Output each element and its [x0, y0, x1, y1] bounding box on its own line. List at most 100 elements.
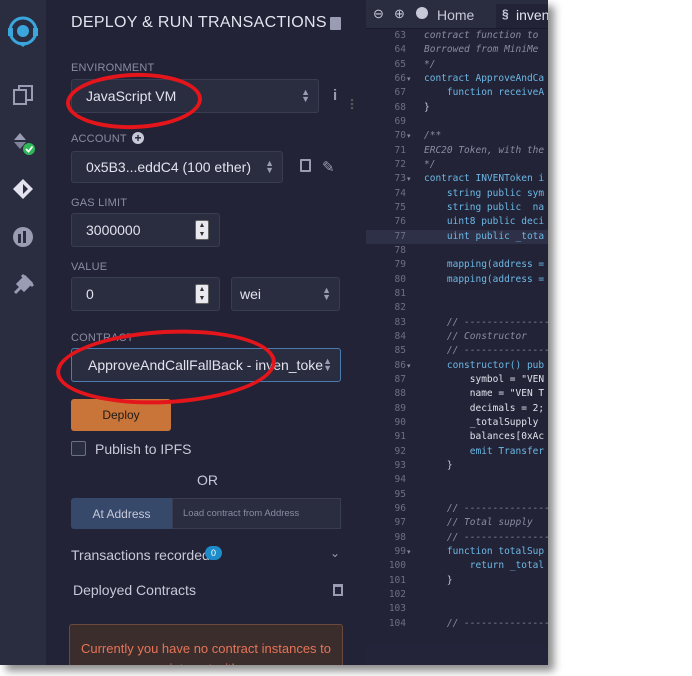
code-line: balances[0xAc: [424, 431, 545, 443]
line-number: 78: [394, 244, 406, 256]
gas-limit-label: GAS LIMIT: [71, 197, 128, 209]
code-line: mapping(address =: [424, 273, 545, 285]
deploy-run-icon[interactable]: [10, 176, 36, 202]
line-number: 88: [394, 388, 406, 400]
documentation-icon[interactable]: [330, 17, 341, 30]
line-number: 92: [394, 445, 406, 457]
code-line: contract function to: [424, 30, 539, 41]
code-line: uint public _tota: [424, 230, 545, 242]
code-line: function receiveA: [424, 87, 545, 99]
resize-grip-icon[interactable]: [348, 96, 362, 112]
edit-icon[interactable]: ✎: [322, 158, 335, 176]
line-number: 80: [394, 273, 406, 285]
line-number: 85: [394, 345, 406, 357]
environment-select[interactable]: JavaScript VM ▲ ▼: [71, 79, 319, 113]
line-number: 89: [394, 402, 406, 414]
chevron-down-icon[interactable]: ⌄: [330, 546, 340, 560]
remix-window: DEPLOY & RUN TRANSACTIONS ENVIRONMENT Ja…: [0, 0, 548, 665]
icon-rail: [0, 0, 46, 665]
code-line: emit Transfer: [424, 445, 545, 457]
line-number: 104: [388, 617, 406, 629]
code-line: string public sym: [424, 187, 545, 199]
publish-ipfs-checkbox[interactable]: [71, 441, 86, 456]
panel-title: DEPLOY & RUN TRANSACTIONS: [71, 14, 327, 31]
line-number: 79: [394, 259, 406, 271]
code-line: // ---------------: [424, 316, 548, 328]
add-account-icon[interactable]: +: [132, 132, 144, 144]
editor-tabs: ⊖ ⊕ Home § inven: [366, 0, 548, 29]
code-line: // Total supply: [424, 517, 533, 529]
solidity-file-icon: §: [502, 7, 509, 21]
deploy-button[interactable]: Deploy: [71, 399, 171, 431]
line-number: 82: [394, 302, 406, 314]
line-number: 81: [394, 287, 406, 299]
line-number: 95: [394, 488, 406, 500]
line-number: 73: [394, 173, 406, 185]
solidity-compiler-icon[interactable]: [10, 130, 36, 156]
code-line: function totalSup: [424, 545, 545, 557]
tab-inven[interactable]: § inven: [496, 4, 548, 28]
at-address-button[interactable]: At Address: [71, 498, 172, 529]
select-arrow-icon: ▲ ▼: [265, 158, 274, 175]
line-number: 76: [394, 216, 406, 228]
trash-icon[interactable]: [333, 584, 343, 596]
account-select[interactable]: 0x5B3...eddC4 (100 ether) ▲ ▼: [71, 151, 283, 183]
zoom-out-icon[interactable]: ⊖: [373, 6, 384, 22]
line-number: 102: [388, 588, 406, 600]
line-number: 71: [394, 144, 406, 156]
value-unit-select[interactable]: wei ▲ ▼: [231, 277, 340, 311]
value-unit: wei: [240, 286, 262, 302]
account-value: 0x5B3...eddC4 (100 ether): [86, 159, 251, 175]
line-number: 90: [394, 416, 406, 428]
line-number: 68: [394, 101, 406, 113]
line-number: 64: [394, 44, 406, 56]
horizontal-scrollbar[interactable]: [366, 645, 548, 665]
file-explorer-icon[interactable]: [10, 82, 36, 108]
zoom-in-icon[interactable]: ⊕: [394, 6, 405, 22]
code-line: return _total: [424, 560, 545, 572]
line-number: 99: [394, 545, 406, 557]
info-icon[interactable]: i: [333, 87, 337, 104]
select-arrow-icon: ▲ ▼: [301, 87, 310, 104]
code-line: contract INVENToken i: [424, 173, 545, 185]
line-number: 87: [394, 373, 406, 385]
line-number: 75: [394, 201, 406, 213]
line-number: 63: [394, 30, 406, 41]
gas-limit-input[interactable]: 3000000 ▲ ▼: [71, 213, 220, 247]
stepper-icon[interactable]: ▲ ▼: [195, 284, 209, 304]
code-area[interactable]: 63 contract function to 64 Borrowed from Mi…: [366, 28, 548, 629]
contract-select[interactable]: ApproveAndCallFallBack - inven_token ▲ ▼: [71, 348, 341, 382]
value-amount: 0: [86, 286, 94, 302]
code-line: // ---------------: [424, 617, 548, 629]
copy-icon[interactable]: [300, 159, 311, 172]
load-address-input[interactable]: Load contract from Address: [172, 498, 341, 529]
home-tab-icon: [416, 7, 428, 19]
code-line: string public na: [424, 201, 545, 213]
no-instances-notice: Currently you have no contract instances…: [69, 624, 343, 665]
line-number: 97: [394, 517, 406, 529]
plugin-manager-icon[interactable]: [10, 272, 36, 298]
code-line: // Constructor: [424, 330, 527, 342]
fold-arrow-icon[interactable]: ▾: [407, 362, 411, 370]
tab-inven-label: inven: [516, 7, 548, 23]
fold-arrow-icon[interactable]: ▾: [407, 132, 411, 140]
code-line: */: [424, 58, 436, 70]
fold-arrow-icon[interactable]: ▾: [407, 548, 411, 556]
fold-arrow-icon[interactable]: ▾: [407, 175, 411, 183]
tab-home[interactable]: Home: [437, 7, 474, 23]
contract-value: ApproveAndCallFallBack - inven_token: [88, 357, 324, 373]
value-label: VALUE: [71, 261, 108, 273]
line-number: 94: [394, 474, 406, 486]
fold-arrow-icon[interactable]: ▾: [407, 75, 411, 83]
debugger-icon[interactable]: [10, 224, 36, 250]
transactions-recorded-label[interactable]: Transactions recorded: [71, 547, 210, 563]
remix-logo-icon[interactable]: [6, 14, 40, 48]
code-line: // ---------------: [424, 345, 548, 357]
line-number: 103: [388, 603, 406, 615]
code-line: contract ApproveAndCa: [424, 72, 545, 84]
value-input[interactable]: 0 ▲ ▼: [71, 277, 220, 311]
stepper-icon[interactable]: ▲ ▼: [195, 220, 209, 240]
code-line: mapping(address =: [424, 259, 545, 271]
line-number: 84: [394, 330, 406, 342]
line-number: 70: [394, 130, 406, 142]
